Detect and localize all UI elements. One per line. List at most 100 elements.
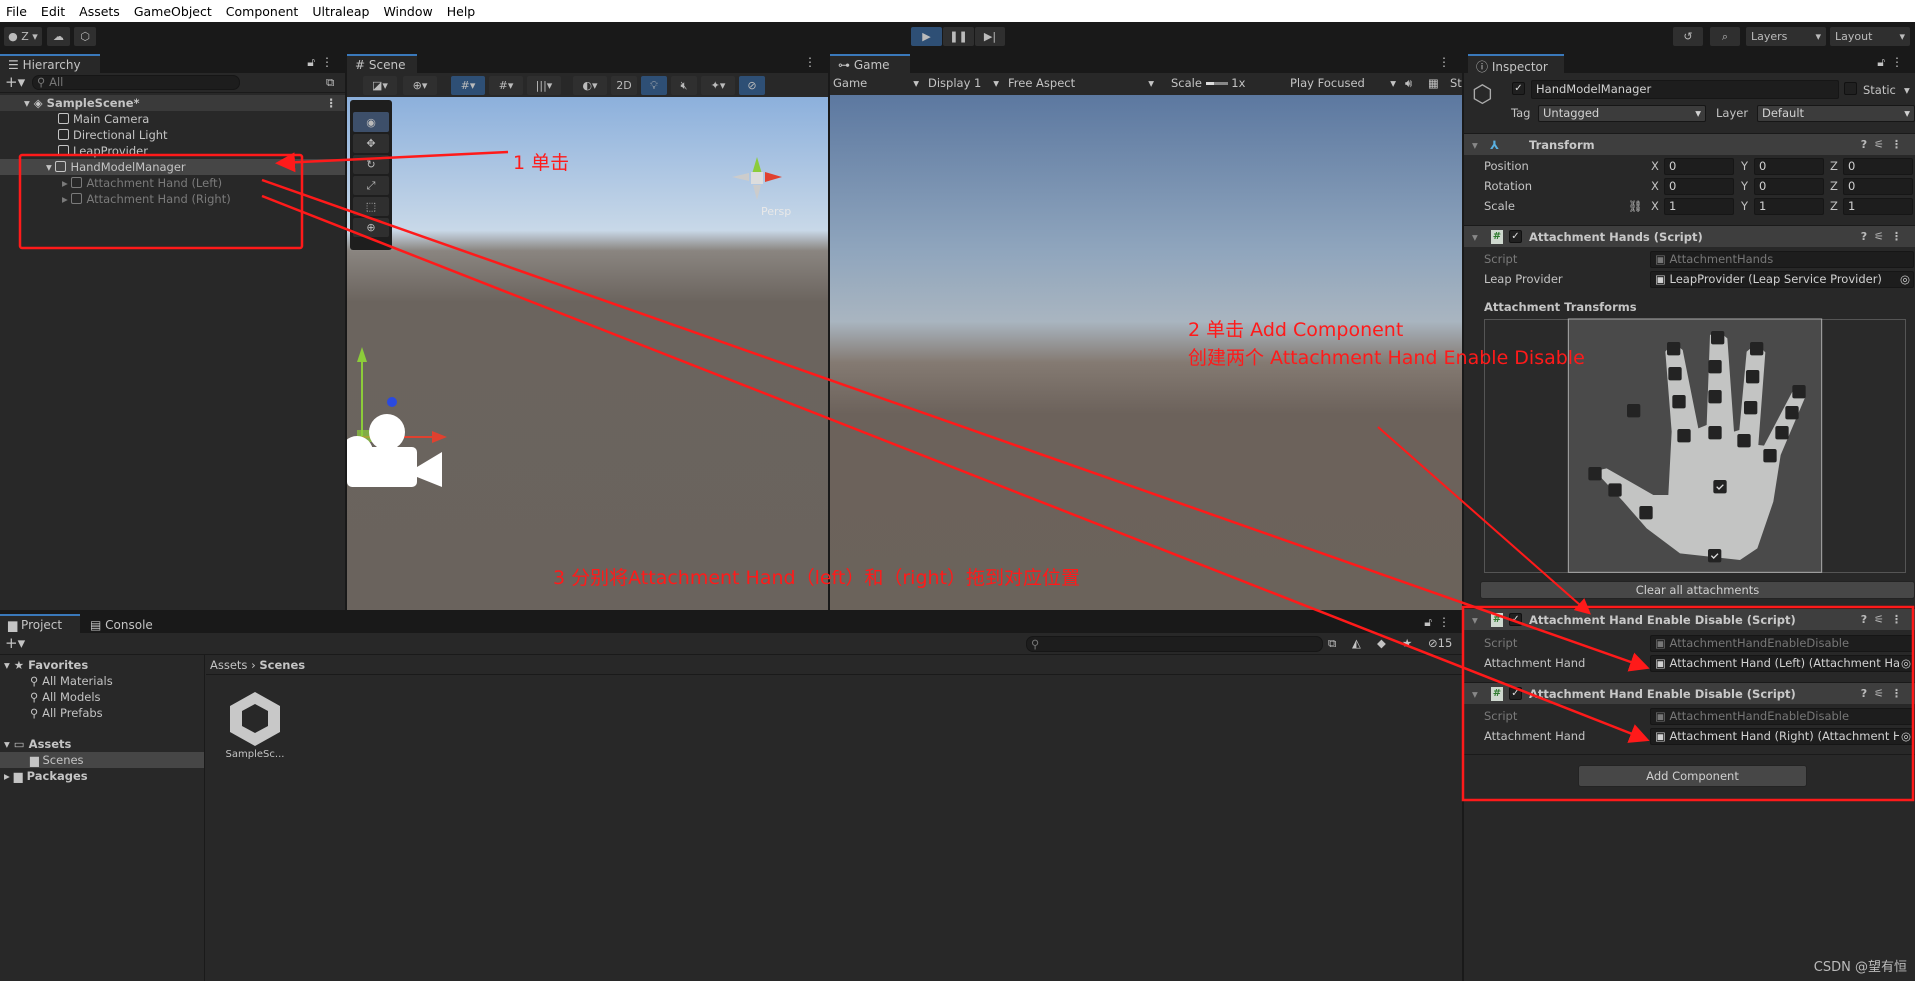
project-search-input[interactable]: ⚲ (1026, 636, 1323, 652)
collab-button[interactable]: ⬡ (74, 27, 96, 46)
menu-gameobject[interactable]: GameObject (134, 4, 212, 19)
favorite-item[interactable]: ⚲ All Models (0, 689, 204, 705)
stats-button[interactable]: St (1450, 75, 1462, 92)
component-enabled-checkbox[interactable]: ✓ (1509, 613, 1522, 626)
attachment-point-toggle[interactable] (1677, 429, 1691, 443)
search-options-icon[interactable]: ⧉ (326, 75, 334, 90)
favorites-item[interactable]: ▾ ★ Favorites (0, 657, 204, 673)
scene-row[interactable]: ▾ ◈ SampleScene* ⋮ (0, 95, 345, 111)
tab-project[interactable]: ▆ Project (0, 614, 80, 633)
breadcrumb-assets[interactable]: Assets (210, 658, 247, 672)
asset-item[interactable]: SampleSc... (220, 690, 290, 770)
enable-disable-header-left[interactable]: ▾ # ✓ Attachment Hand Enable Disable (Scr… (1464, 608, 1915, 630)
menu-file[interactable]: File (6, 4, 27, 19)
lighting-toggle[interactable]: 💡︎ (641, 76, 667, 95)
increment-button[interactable]: |||▾ (527, 76, 561, 95)
game-mode-dropdown[interactable]: Game ▾ (833, 75, 923, 92)
position-x[interactable]: 0 (1664, 158, 1734, 175)
attachment-point-toggle[interactable] (1668, 367, 1682, 381)
attachment-point-toggle[interactable] (1775, 426, 1789, 440)
attachment-point-toggle[interactable] (1667, 342, 1681, 356)
shading-button[interactable]: ◐▾ (573, 76, 607, 95)
lock-icon[interactable]: 🔓︎⋮ (1424, 615, 1456, 630)
static-checkbox[interactable] (1844, 82, 1857, 95)
chevron-down-icon[interactable]: ▾ (1904, 82, 1910, 99)
menu-edit[interactable]: Edit (41, 4, 65, 19)
scenes-folder[interactable]: ▆ Scenes (0, 752, 204, 768)
cloud-button[interactable]: ☁ (47, 27, 70, 46)
step-button[interactable]: ▶| (975, 27, 1005, 46)
global-button[interactable]: ⊕▾ (403, 76, 437, 95)
component-enabled-checkbox[interactable]: ✓ (1509, 687, 1522, 700)
attachment-point-toggle[interactable] (1708, 426, 1722, 440)
position-z[interactable]: 0 (1843, 158, 1913, 175)
attachment-point-toggle[interactable] (1708, 360, 1722, 374)
move-tool[interactable]: ✥ (353, 134, 389, 153)
menu-component[interactable]: Component (226, 4, 299, 19)
hierarchy-item[interactable]: ▸ Attachment Hand (Left) (0, 175, 345, 191)
draw-mode-button[interactable]: ◪▾ (363, 76, 397, 95)
attachment-point-toggle[interactable] (1627, 404, 1641, 418)
hierarchy-item-selected[interactable]: ▾ HandModelManager (0, 159, 345, 175)
component-enabled-checkbox[interactable]: ✓ (1509, 230, 1522, 243)
create-button[interactable]: +▾ (5, 634, 25, 652)
filter-type-icon[interactable]: ◭ (1352, 636, 1361, 650)
attachment-point-toggle[interactable] (1608, 483, 1622, 497)
hierarchy-item[interactable]: Main Camera (0, 111, 345, 127)
attachment-point-toggle[interactable] (1588, 467, 1602, 481)
play-button[interactable]: ▶ (911, 27, 942, 46)
transform-header[interactable]: ▾ ⅄ Transform ?⚟⋮ (1464, 133, 1915, 155)
filter-label-icon[interactable]: ◆ (1377, 636, 1386, 650)
attachment-hand-left-field[interactable]: ▣ Attachment Hand (Left) (Attachment Han… (1650, 655, 1914, 672)
hierarchy-item[interactable]: Directional Light (0, 127, 345, 143)
menu-window[interactable]: Window (383, 4, 432, 19)
display-dropdown[interactable]: Display 1 ▾ (928, 75, 1003, 92)
attachment-point-toggle[interactable] (1672, 395, 1686, 409)
add-button[interactable]: +▾ (5, 73, 25, 91)
attachment-hands-header[interactable]: ▾ # ✓ Attachment Hands (Script) ?⚟⋮ (1464, 225, 1915, 247)
attachment-point-toggle[interactable] (1711, 331, 1725, 345)
position-y[interactable]: 0 (1754, 158, 1824, 175)
scale-tool[interactable]: ⤢ (353, 176, 389, 195)
rotation-x[interactable]: 0 (1664, 178, 1734, 195)
menu-assets[interactable]: Assets (79, 4, 120, 19)
object-name-input[interactable]: HandModelManager (1531, 80, 1839, 99)
scale-y[interactable]: 1 (1754, 198, 1824, 215)
hierarchy-search-input[interactable]: ⚲ All (32, 75, 240, 90)
component-menu-icons[interactable]: ?⚟⋮ (1861, 683, 1909, 705)
more-icon[interactable]: ⋮ (804, 55, 822, 69)
packages-folder[interactable]: ▸ ▆ Packages (0, 768, 204, 784)
attachment-point-toggle[interactable] (1744, 401, 1758, 415)
effects-button[interactable]: ✦▾ (701, 76, 735, 95)
tab-game[interactable]: ⊶ Game (830, 54, 910, 73)
clear-attachments-button[interactable]: Clear all attachments (1480, 581, 1915, 599)
scale-z[interactable]: 1 (1843, 198, 1913, 215)
projection-label[interactable]: Persp (761, 205, 791, 218)
rotation-y[interactable]: 0 (1754, 178, 1824, 195)
attachment-point-toggle[interactable] (1708, 549, 1722, 563)
scene-gizmo[interactable] (727, 152, 787, 202)
component-menu-icons[interactable]: ?⚟⋮ (1861, 609, 1909, 631)
rect-tool[interactable]: ⬚ (353, 197, 389, 216)
tab-inspector[interactable]: ⓘ Inspector (1468, 54, 1564, 74)
attachment-point-toggle[interactable] (1792, 385, 1806, 399)
grid-icon[interactable]: ▦ (1428, 75, 1439, 92)
tab-hierarchy[interactable]: ☰ Hierarchy (0, 54, 100, 73)
scale-slider[interactable]: Scale 1x (1171, 75, 1271, 92)
attachment-point-toggle[interactable] (1785, 406, 1799, 420)
rotation-z[interactable]: 0 (1843, 178, 1913, 195)
layers-dropdown[interactable]: Layers ▾ (1746, 27, 1826, 46)
attachment-point-toggle[interactable] (1746, 370, 1760, 384)
active-checkbox[interactable]: ✓ (1512, 82, 1525, 95)
scene-viewport[interactable]: ◉ ✥ ↻ ⤢ ⬚ ⊕ Persp (347, 97, 828, 610)
assets-folder[interactable]: ▾ ▭ Assets (0, 736, 204, 752)
favorite-icon[interactable]: ★ (1402, 636, 1412, 650)
undo-history-button[interactable]: ↺ (1673, 27, 1703, 46)
attachment-point-toggle[interactable] (1750, 342, 1764, 356)
enable-disable-header-right[interactable]: ▾ # ✓ Attachment Hand Enable Disable (Scr… (1464, 682, 1915, 704)
view-tool[interactable]: ◉ (353, 112, 389, 132)
attachment-point-toggle[interactable] (1763, 449, 1777, 463)
hierarchy-item[interactable]: LeapProvider (0, 143, 345, 159)
transform-tool[interactable]: ⊕ (353, 218, 389, 237)
search-button[interactable]: ⌕ (1710, 27, 1740, 46)
